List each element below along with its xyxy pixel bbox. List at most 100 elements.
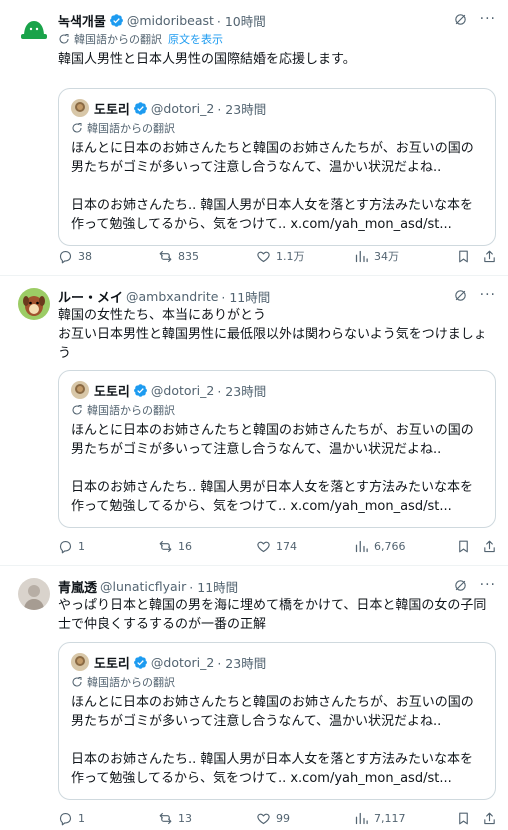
like-button[interactable]: 1.1万 bbox=[256, 248, 305, 264]
timestamp[interactable]: · 11時間 bbox=[189, 577, 238, 596]
tweet-text: 韓国人男性と日本人男性の国際結婚を応援します。 bbox=[58, 52, 356, 67]
timestamp[interactable]: · 11時間 bbox=[221, 287, 270, 306]
share-icon bbox=[482, 811, 497, 826]
repost-count: 13 bbox=[178, 811, 192, 825]
avatar[interactable] bbox=[18, 288, 50, 320]
user-handle[interactable]: @ambxandrite bbox=[126, 289, 218, 304]
share-icon bbox=[482, 249, 497, 264]
quote-translation-note: 韓国語からの翻訳 bbox=[71, 119, 483, 137]
repost-icon bbox=[158, 249, 173, 264]
verified-badge-icon bbox=[133, 101, 148, 116]
avatar[interactable] bbox=[18, 578, 50, 610]
quote-avatar bbox=[71, 99, 89, 117]
like-icon bbox=[256, 249, 271, 264]
bookmark-button[interactable] bbox=[456, 811, 471, 826]
quote-text: ほんとに日本のお姉さんたちと韓国のお姉さんたちが、お互いの国の男たちがゴミが多い… bbox=[71, 141, 474, 232]
view-count: 6,766 bbox=[374, 539, 406, 553]
translate-icon bbox=[71, 676, 83, 688]
bookmark-icon bbox=[456, 811, 471, 826]
reply-count: 38 bbox=[78, 249, 92, 263]
quote-display-name: 도토리 bbox=[94, 656, 130, 672]
share-button[interactable] bbox=[482, 811, 497, 826]
avatar[interactable] bbox=[18, 14, 50, 46]
grok-icon[interactable] bbox=[453, 12, 468, 27]
grok-icon[interactable] bbox=[453, 578, 468, 593]
quoted-tweet[interactable]: 도토리 @dotori_2 · 23時間 韓国語からの翻訳 ほんとに日本のお姉さ… bbox=[58, 642, 496, 800]
quote-timestamp: · 23時間 bbox=[217, 383, 267, 399]
more-icon[interactable]: ··· bbox=[480, 288, 496, 303]
bookmark-button[interactable] bbox=[456, 539, 471, 554]
quote-handle: @dotori_2 bbox=[150, 382, 215, 398]
quote-avatar bbox=[71, 381, 89, 399]
tweet[interactable]: 녹색개물 @midoribeast · 10時間 ··· 韓国語からの翻訳 原文… bbox=[0, 0, 508, 276]
user-handle[interactable]: @lunaticflyair bbox=[100, 579, 186, 594]
like-count: 99 bbox=[276, 811, 290, 825]
reply-button[interactable]: 1 bbox=[58, 539, 85, 554]
views-button[interactable]: 34万 bbox=[354, 248, 399, 264]
tweet[interactable]: 青嵐透 @lunaticflyair · 11時間 ··· やっぱり日本と韓国の… bbox=[0, 566, 508, 830]
tweet[interactable]: ルー・メイ @ambxandrite · 11時間 ··· 韓国の女性たち、本当… bbox=[0, 276, 508, 566]
translation-note: 韓国語からの翻訳 原文を表示 bbox=[58, 30, 496, 48]
tweet-text: やっぱり日本と韓国の男を海に埋めて橋をかけて、日本と韓国の女の子同士で仲良くする… bbox=[58, 598, 487, 632]
reply-button[interactable]: 1 bbox=[58, 811, 85, 826]
grok-icon[interactable] bbox=[453, 288, 468, 303]
action-bar: 1 16 174 6,766 bbox=[58, 536, 496, 556]
user-handle[interactable]: @midoribeast bbox=[127, 13, 214, 28]
views-button[interactable]: 7,117 bbox=[354, 811, 406, 826]
bookmark-icon bbox=[456, 539, 471, 554]
verified-badge-icon bbox=[133, 655, 148, 670]
repost-icon bbox=[158, 811, 173, 826]
action-bar: 1 13 99 7,117 bbox=[58, 808, 496, 828]
views-icon bbox=[354, 811, 369, 826]
display-name[interactable]: ルー・メイ bbox=[58, 287, 123, 306]
quote-avatar bbox=[71, 653, 89, 671]
quote-translation-label: 韓国語からの翻訳 bbox=[87, 676, 175, 689]
repost-count: 16 bbox=[178, 539, 192, 553]
quote-translation-label: 韓国語からの翻訳 bbox=[87, 122, 175, 135]
tweet-text: 韓国の女性たち、本当にありがとう お互い日本男性と韓国男性に最低限以外は関わらな… bbox=[58, 308, 487, 361]
reply-icon bbox=[58, 249, 73, 264]
share-button[interactable] bbox=[482, 249, 497, 264]
more-icon[interactable]: ··· bbox=[480, 12, 496, 27]
quote-timestamp: · 23時間 bbox=[217, 101, 267, 117]
like-icon bbox=[256, 811, 271, 826]
display-name[interactable]: 녹색개물 bbox=[58, 11, 106, 30]
share-button[interactable] bbox=[482, 539, 497, 554]
show-original-link[interactable]: 原文を表示 bbox=[168, 31, 223, 47]
like-icon bbox=[256, 539, 271, 554]
verified-badge-icon bbox=[133, 383, 148, 398]
quote-handle: @dotori_2 bbox=[150, 654, 215, 670]
display-name[interactable]: 青嵐透 bbox=[58, 577, 97, 596]
repost-icon bbox=[158, 539, 173, 554]
tweet-header: ルー・メイ @ambxandrite · 11時間 ··· bbox=[58, 286, 496, 306]
view-count: 34万 bbox=[374, 250, 399, 263]
quote-text: ほんとに日本のお姉さんたちと韓国のお姉さんたちが、お互いの国の男たちがゴミが多い… bbox=[71, 423, 474, 514]
repost-button[interactable]: 835 bbox=[158, 249, 199, 264]
tweet-header: 녹색개물 @midoribeast · 10時間 ··· bbox=[58, 10, 496, 30]
quoted-tweet[interactable]: 도토리 @dotori_2 · 23時間 韓国語からの翻訳 ほんとに日本のお姉さ… bbox=[58, 370, 496, 528]
repost-button[interactable]: 13 bbox=[158, 811, 192, 826]
quote-handle: @dotori_2 bbox=[150, 100, 215, 116]
more-icon[interactable]: ··· bbox=[480, 578, 496, 593]
action-bar: 38 835 1.1万 34万 bbox=[58, 246, 496, 266]
timestamp[interactable]: · 10時間 bbox=[217, 11, 266, 30]
view-count: 7,117 bbox=[374, 811, 406, 825]
repost-button[interactable]: 16 bbox=[158, 539, 192, 554]
share-icon bbox=[482, 539, 497, 554]
translate-icon bbox=[71, 404, 83, 416]
quote-timestamp: · 23時間 bbox=[217, 655, 267, 671]
like-button[interactable]: 99 bbox=[256, 811, 290, 826]
quote-display-name: 도토리 bbox=[94, 102, 130, 118]
like-count: 174 bbox=[276, 539, 297, 553]
reply-count: 1 bbox=[78, 811, 85, 825]
quoted-tweet[interactable]: 도토리 @dotori_2 · 23時間 韓国語からの翻訳 ほんとに日本のお姉さ… bbox=[58, 88, 496, 246]
like-button[interactable]: 174 bbox=[256, 539, 297, 554]
views-button[interactable]: 6,766 bbox=[354, 539, 406, 554]
like-count: 1.1万 bbox=[276, 250, 305, 263]
verified-badge-icon bbox=[109, 13, 124, 28]
reply-button[interactable]: 38 bbox=[58, 249, 92, 264]
quote-display-name: 도토리 bbox=[94, 384, 130, 400]
tweet-header: 青嵐透 @lunaticflyair · 11時間 ··· bbox=[58, 576, 496, 596]
quote-translation-label: 韓国語からの翻訳 bbox=[87, 404, 175, 417]
bookmark-button[interactable] bbox=[456, 249, 471, 264]
